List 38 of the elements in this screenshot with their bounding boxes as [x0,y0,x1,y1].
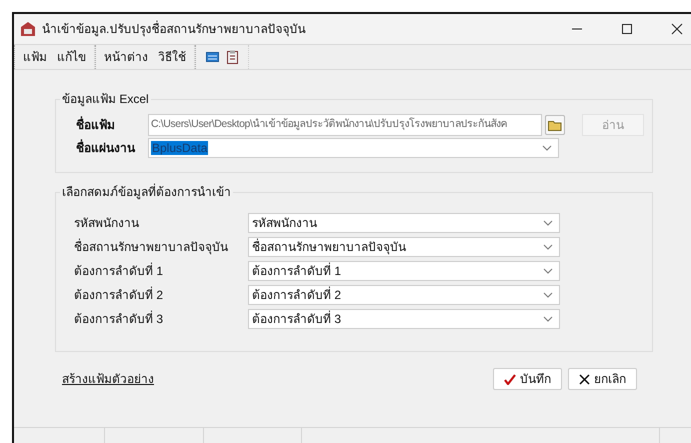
window-title: นำเข้าข้อมูล.ปรับปรุงชื่อสถานรักษาพยาบาลปัจจุบัน [42,20,306,38]
file-path-field[interactable]: C:\Users\User\Desktop\นำเข้าข้อมูลประวัติพนักงาน\ปรับปรุงโรงพยาบาลประกันสังค [148,114,542,136]
menu-item[interactable]: แฟ้ม [23,48,47,66]
maximize-icon[interactable] [621,23,633,35]
field-label: ชื่อแผ่นงาน [75,139,136,157]
app-icon [20,21,36,37]
field-label: รหัสพนักงาน [73,215,140,232]
browse-button[interactable] [545,115,565,135]
chevron-down-icon [543,268,553,274]
x-icon [579,374,590,384]
column-dropdown[interactable]: รหัสพนักงาน [248,213,560,233]
group-title: เลือกสดมภ์ข้อมูลที่ต้องการนำเข้า [61,183,232,201]
calculator-icon[interactable] [206,52,219,62]
field-label: ชื่อสถานรักษาพยาบาลปัจจุบัน [73,238,229,256]
field-label: ต้องการลำดับที่ 1 [73,262,164,280]
save-button[interactable]: บันทึก [493,368,562,390]
clipboard-icon[interactable] [227,50,238,64]
create-sample-link[interactable]: สร้างแฟ้มตัวอย่าง [62,370,154,388]
folder-icon [548,120,562,130]
chevron-down-icon [543,244,553,250]
field-label: ต้องการลำดับที่ 2 [73,286,164,304]
field-label: ต้องการลำดับที่ 3 [73,310,164,328]
checkmark-icon [504,374,516,384]
menu-item[interactable]: หน้าต่าง [104,48,148,66]
column-dropdown[interactable]: ชื่อสถานรักษาพยาบาลปัจจุบัน [248,237,560,257]
chevron-down-icon [543,220,553,226]
column-dropdown[interactable]: ต้องการลำดับที่ 3 [248,309,560,329]
menu-item[interactable]: วิธีใช้ [158,48,186,66]
chevron-down-icon [542,145,552,151]
menu-item[interactable]: แก้ไข [57,48,86,66]
close-icon[interactable] [671,23,683,35]
cancel-button[interactable]: ยกเลิก [568,368,637,390]
column-dropdown[interactable]: ต้องการลำดับที่ 1 [248,261,560,281]
column-dropdown[interactable]: ต้องการลำดับที่ 2 [248,285,560,305]
chevron-down-icon [543,316,553,322]
chevron-down-icon [543,292,553,298]
group-title: ข้อมูลแฟ้ม Excel [61,91,150,108]
field-label: ชื่อแฟ้ม [75,116,116,134]
